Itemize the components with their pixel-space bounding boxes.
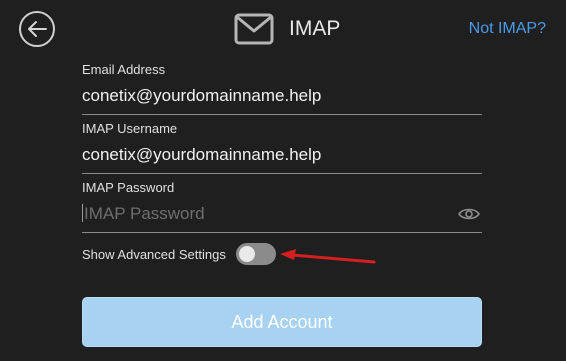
- back-button[interactable]: [19, 11, 55, 47]
- email-field: Email Address conetix@yourdomainname.hel…: [82, 62, 482, 115]
- text-caret: [82, 204, 83, 222]
- eye-icon[interactable]: [458, 206, 480, 222]
- email-value: conetix@yourdomainname.help: [82, 86, 322, 105]
- password-label: IMAP Password: [82, 180, 175, 195]
- advanced-settings-row: Show Advanced Settings: [82, 243, 276, 265]
- email-input[interactable]: conetix@yourdomainname.help: [82, 86, 482, 115]
- annotation-arrow: [280, 249, 376, 264]
- password-field: IMAP Password IMAP Password: [82, 180, 482, 233]
- email-label: Email Address: [82, 62, 166, 77]
- envelope-icon: [234, 13, 274, 45]
- add-account-button[interactable]: Add Account: [82, 297, 482, 347]
- password-placeholder: IMAP Password: [84, 204, 205, 223]
- username-field: IMAP Username conetix@yourdomainname.hel…: [82, 121, 482, 174]
- page-title: IMAP: [289, 17, 341, 40]
- advanced-settings-label: Show Advanced Settings: [82, 246, 226, 262]
- password-input[interactable]: IMAP Password: [82, 204, 482, 233]
- advanced-settings-toggle[interactable]: [235, 243, 276, 265]
- not-imap-link[interactable]: Not IMAP?: [469, 20, 546, 38]
- username-label: IMAP Username: [82, 121, 178, 136]
- username-input[interactable]: conetix@yourdomainname.help: [82, 145, 482, 174]
- username-value: conetix@yourdomainname.help: [82, 145, 322, 164]
- toggle-knob: [238, 246, 255, 262]
- arrow-left-icon: [28, 21, 47, 37]
- header: IMAP: [234, 12, 340, 46]
